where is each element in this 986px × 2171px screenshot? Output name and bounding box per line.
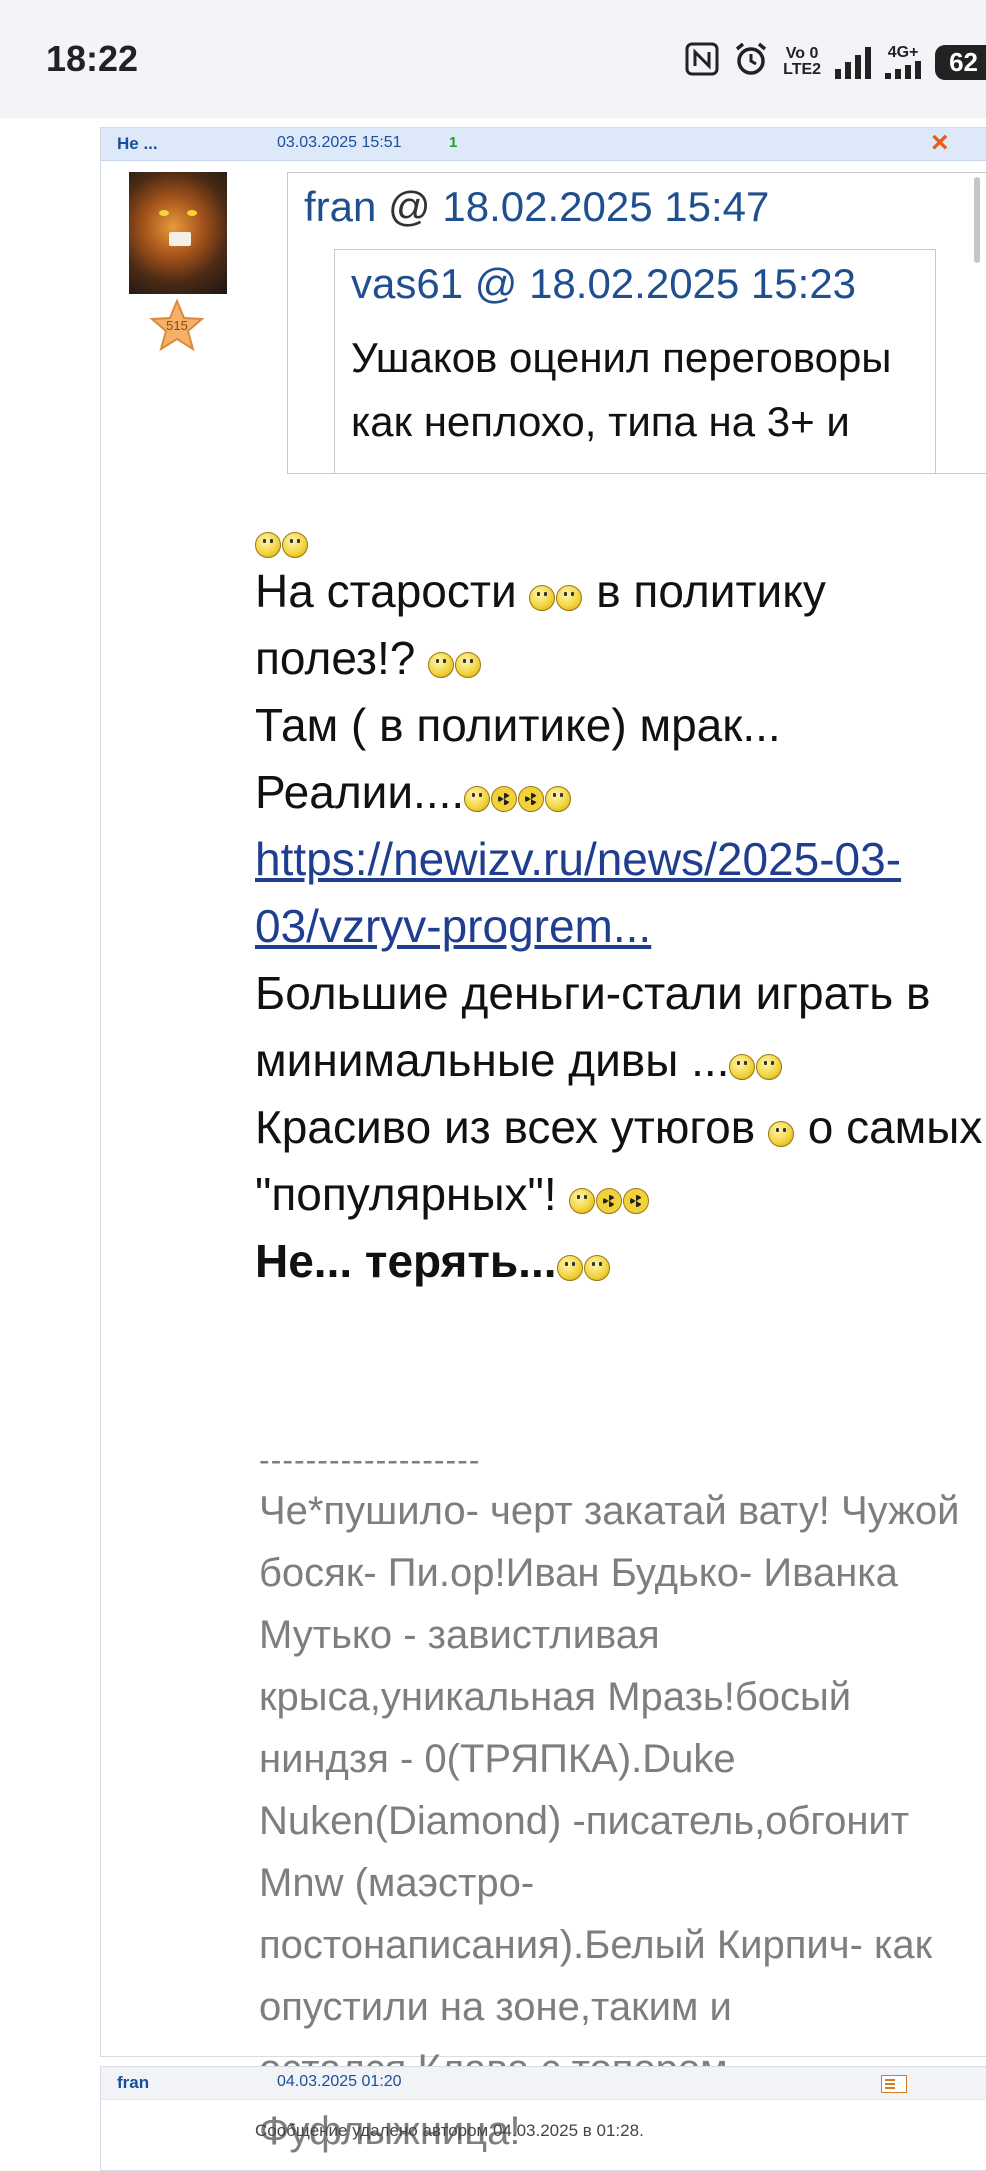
surprised-smiley-icon <box>556 585 583 611</box>
emoji-row <box>255 518 985 558</box>
surprised-smiley-icon <box>428 652 455 678</box>
news-link[interactable]: https://newizv.ru/news/2025-03-03/vzryv-… <box>255 833 901 952</box>
surprised-smiley-icon <box>767 1121 794 1147</box>
post-reply-count[interactable]: 1 <box>449 134 457 151</box>
surprised-smiley-icon <box>255 532 281 558</box>
signature-divider: ------------------- <box>259 1442 481 1478</box>
radioactive-icon <box>596 1188 623 1214</box>
rating-star-icon: 515 <box>149 298 205 354</box>
network-4g-icon: 4G+ <box>885 45 922 79</box>
alarm-icon <box>733 41 769 84</box>
nested-quote-author[interactable]: vas61 <box>351 260 463 307</box>
rating-value: 515 <box>166 318 188 333</box>
volte-indicator: Vo 0 LTE2 <box>783 45 822 78</box>
surprised-smiley-icon <box>556 1255 583 1281</box>
body-line: Большие деньги-стали играть в минимальны… <box>255 967 931 1086</box>
nested-quote-date[interactable]: 18.02.2025 15:23 <box>529 260 856 307</box>
rolling-eyes-smiley-icon <box>455 652 482 678</box>
status-bar: 18:22 Vo 0 LTE2 4G+ 62 <box>0 0 986 118</box>
body-line: На старости в политику полез!? <box>255 565 826 684</box>
signature-text: Че*пушило- черт закатай вату! Чужой бося… <box>259 1489 960 2153</box>
nested-quote-block: vas61 @ 18.02.2025 15:23 Ушаков оценил п… <box>334 249 936 473</box>
dizzy-smiley-icon <box>545 786 572 812</box>
post-body: На старости в политику полез!? Там ( в п… <box>255 518 985 1295</box>
nested-quote-text: Ушаков оценил переговоры как неплохо, ти… <box>351 334 892 473</box>
signature: ------------------- Че*пушило- черт зака… <box>259 1440 986 2162</box>
status-icons: Vo 0 LTE2 4G+ 62 <box>685 40 986 84</box>
post-header: Не ... 03.03.2025 15:51 1 × <box>101 126 986 161</box>
signal-icon <box>835 45 872 79</box>
nfc-icon <box>685 42 719 83</box>
quote-header: fran @ 18.02.2025 15:47 <box>304 183 770 230</box>
nested-quote-header: vas61 @ 18.02.2025 15:23 <box>351 260 857 307</box>
status-time: 18:22 <box>46 38 139 79</box>
close-icon[interactable]: × <box>931 126 949 160</box>
body-line: Там ( в политике) мрак... <box>255 699 781 751</box>
surprised-smiley-icon <box>464 786 491 812</box>
post-author[interactable]: Не ... <box>117 134 158 154</box>
forum-post-deleted: fran 04.03.2025 01:20 Сообщение удалено … <box>100 2066 986 2171</box>
post-author[interactable]: fran <box>117 2073 149 2093</box>
quote-block[interactable]: fran @ 18.02.2025 15:47 vas61 @ 18.02.20… <box>287 172 986 474</box>
forum-post: Не ... 03.03.2025 15:51 1 × 515 fran @ 1… <box>100 126 986 2153</box>
body-line: Красиво из всех утюгов о самых "популярн… <box>255 1101 983 1220</box>
body-line: Реалии.... <box>255 759 985 826</box>
rolling-eyes-smiley-icon <box>282 532 308 558</box>
post-date[interactable]: 03.03.2025 15:51 <box>277 134 402 152</box>
battery-icon: 62 <box>935 44 986 80</box>
message-icon[interactable] <box>881 2075 907 2093</box>
surprised-smiley-icon <box>529 585 556 611</box>
surprised-smiley-icon <box>569 1188 596 1214</box>
quote-date[interactable]: 18.02.2025 15:47 <box>442 183 769 230</box>
avatar[interactable] <box>129 172 227 294</box>
radioactive-icon <box>518 786 545 812</box>
post-header: fran 04.03.2025 01:20 <box>101 2067 986 2100</box>
squint-smiley-icon <box>756 1054 783 1080</box>
post-date[interactable]: 04.03.2025 01:20 <box>277 2073 402 2091</box>
smile-smiley-icon <box>583 1255 610 1281</box>
quote-author[interactable]: fran <box>304 183 376 230</box>
radioactive-icon <box>491 786 518 812</box>
body-line: Не... терять... <box>255 1228 985 1295</box>
quote-scrollbar[interactable] <box>974 177 980 263</box>
deleted-notice: Сообщение удалено автором 04.03.2025 в 0… <box>255 2121 644 2140</box>
surprised-smiley-icon <box>729 1054 756 1080</box>
radioactive-icon <box>623 1188 650 1214</box>
